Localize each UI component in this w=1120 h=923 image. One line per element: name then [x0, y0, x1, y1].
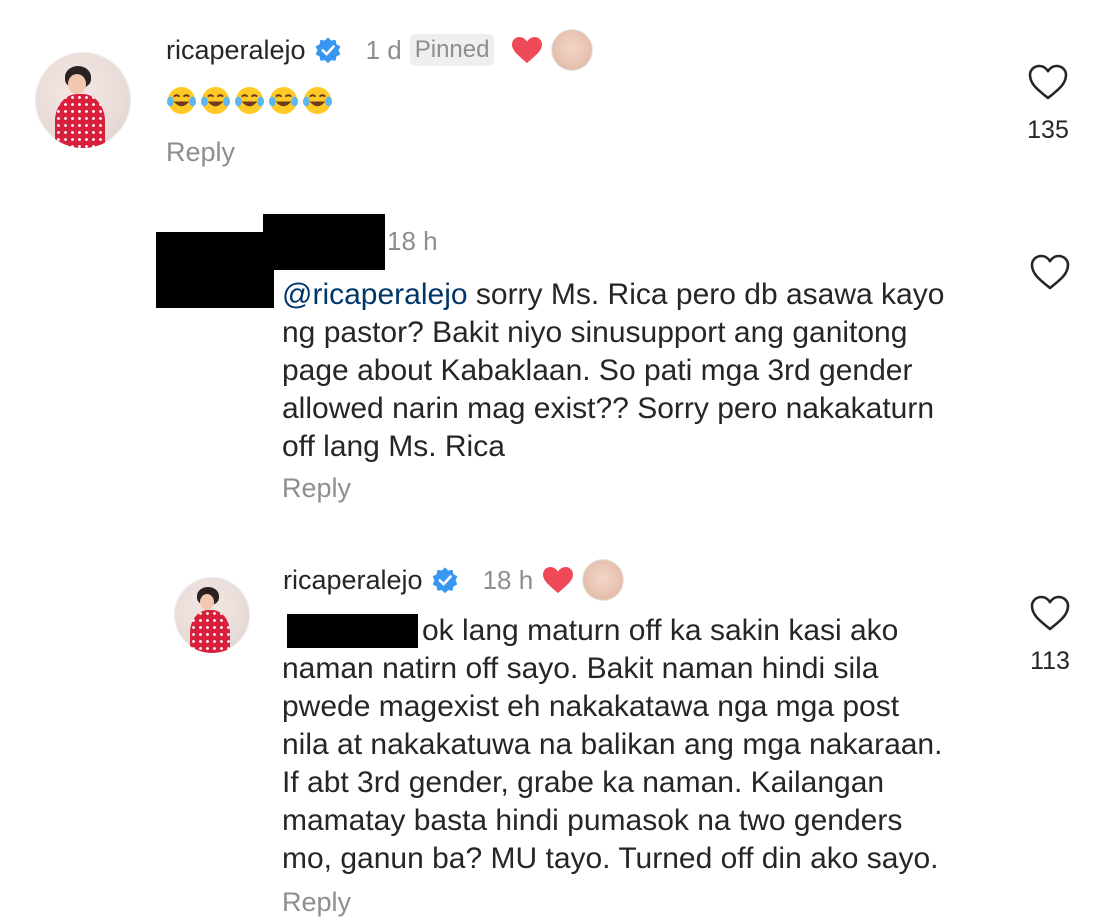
comment-header: ricaperalejo 1 d Pinned [166, 30, 593, 70]
redacted-avatar [156, 232, 274, 308]
comment-header: ricaperalejo 18 h [283, 560, 624, 600]
username[interactable]: ricaperalejo [166, 35, 306, 66]
pinned-badge: Pinned [409, 34, 495, 66]
laughing-crying-emoji-icon [268, 86, 299, 115]
text-line: pwede magexist eh nakakatawa nga mga pos… [282, 690, 900, 723]
reply-button[interactable]: Reply [166, 137, 235, 168]
timestamp: 18 h [482, 564, 534, 595]
laughing-crying-emoji-icon [200, 86, 231, 115]
text-line: If abt 3rd gender, grabe ka naman. Kaila… [282, 766, 885, 799]
comment-text: ok lang maturn off ka sakin kasi ako nam… [282, 612, 1002, 878]
heart-filled-icon [512, 37, 543, 63]
text-line: allowed narin mag exist?? Sorry pero nak… [282, 392, 935, 425]
like-count: 135 [1027, 116, 1069, 144]
text-line: naman natirn off sayo. Bakit naman hindi… [282, 652, 879, 685]
timestamp: 1 d [365, 34, 402, 65]
heart-outline-icon[interactable] [1029, 253, 1071, 291]
username[interactable]: ricaperalejo [283, 565, 423, 596]
avatar[interactable] [35, 52, 131, 148]
text-line: ng pastor? Bakit niyo sinusupport ang ga… [282, 316, 908, 349]
text-line: mamatay basta hindi pumasok na two gende… [282, 804, 903, 837]
text-line: nila at nakakatuwa na balikan ang mga na… [282, 728, 943, 761]
avatar[interactable] [174, 577, 250, 653]
text-line: page about Kabaklaan. So pati mga 3rd ge… [282, 354, 913, 387]
mention-link[interactable]: @ricaperalejo [282, 278, 468, 311]
creator-avatar [552, 30, 593, 70]
redacted-username [263, 214, 385, 270]
laughing-crying-emoji-icon [302, 86, 333, 115]
text-line: sorry Ms. Rica pero db asawa kayo [467, 278, 945, 311]
reply-button[interactable]: Reply [282, 887, 351, 918]
timestamp: 18 h [387, 226, 438, 256]
text-line: off lang Ms. Rica [282, 430, 505, 463]
like-count: 113 [1030, 647, 1070, 675]
verified-badge-icon [315, 37, 340, 64]
heart-outline-icon[interactable] [1029, 594, 1071, 632]
text-line: mo, ganun ba? MU tayo. Turned off din ak… [282, 842, 939, 875]
comment-text: 😂😂😂😂😂 [166, 85, 336, 116]
comment-text: @ricaperalejo sorry Ms. Rica pero db asa… [282, 276, 1002, 466]
creator-avatar [583, 560, 624, 600]
heart-outline-icon[interactable] [1027, 63, 1069, 101]
heart-filled-icon [543, 567, 574, 593]
laughing-crying-emoji-icon [166, 86, 197, 115]
reply-button[interactable]: Reply [282, 473, 351, 504]
text-line: ok lang maturn off ka sakin kasi ako [422, 614, 899, 647]
verified-badge-icon [432, 567, 457, 594]
laughing-crying-emoji-icon [234, 86, 265, 115]
